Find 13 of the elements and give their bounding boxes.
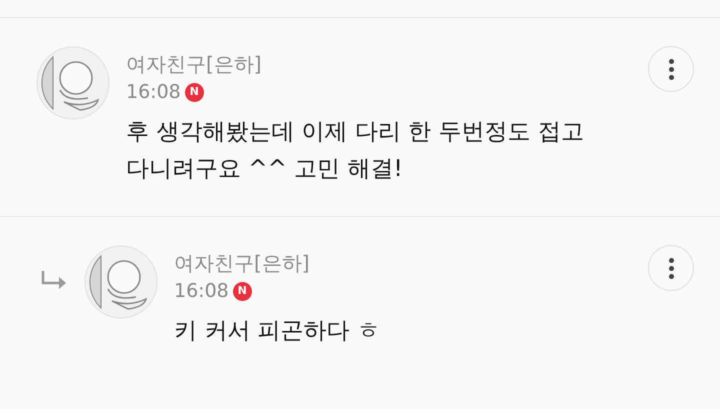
comment-text: 후 생각해봤는데 이제 다리 한 두번정도 접고 다니려구요 ^^ 고민 해결! — [126, 118, 585, 184]
author-name: 여자친구[은하] — [174, 250, 311, 276]
comment-text: 키 커서 피곤하다 ㅎ — [174, 317, 381, 346]
comment-time: 16:08 — [174, 279, 229, 303]
new-badge: N — [184, 82, 204, 102]
author-name: 여자친구[은하] — [126, 51, 263, 77]
more-button[interactable] — [648, 245, 694, 291]
more-button[interactable] — [648, 46, 694, 92]
avatar-icon — [84, 245, 158, 319]
avatar-icon — [36, 46, 110, 120]
reply-arrow-icon — [40, 270, 68, 290]
comment-time: 16:08 — [126, 80, 181, 104]
new-badge: N — [232, 282, 252, 300]
